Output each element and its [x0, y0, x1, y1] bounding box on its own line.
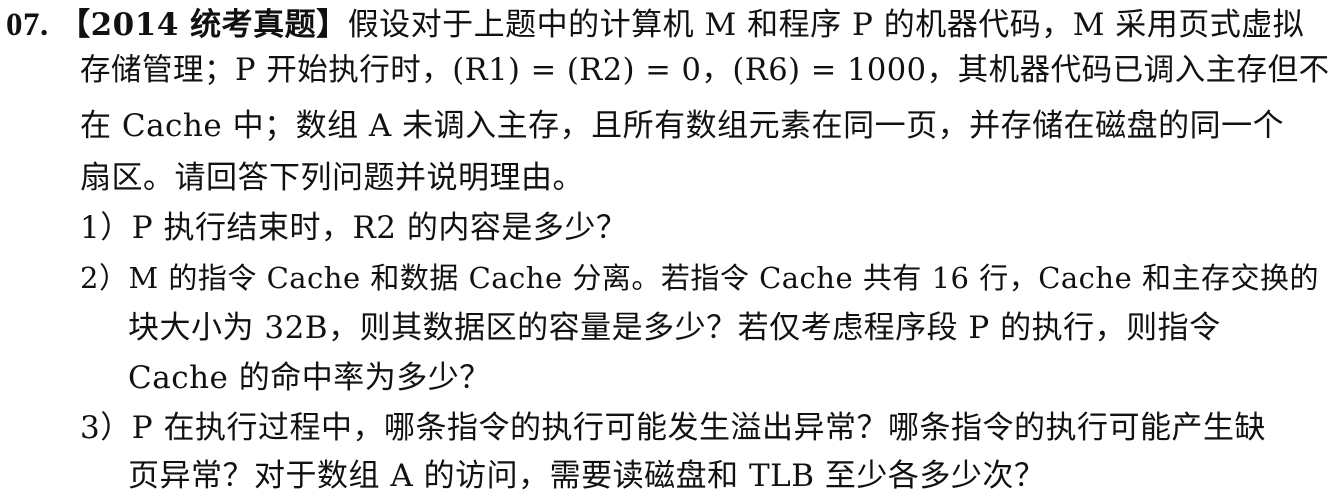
- stem-line-4: 扇区。请回答下列问题并说明理由。: [80, 160, 584, 196]
- sub-question-3: 3）P 在执行过程中，哪条指令的执行可能发生溢出异常？哪条指令的执行可能产生缺: [80, 403, 1266, 453]
- sub-question-2: 2）M 的指令 Cache 和数据 Cache 分离。若指令 Cache 共有 …: [80, 253, 1319, 303]
- sub-question-1-label: 1）: [80, 210, 132, 246]
- sub-question-2-line-2: 块大小为 32B，则其数据区的容量是多少？若仅考虑程序段 P 的执行，则指令: [128, 310, 1221, 346]
- sub-question-3-line-1: P 在执行过程中，哪条指令的执行可能发生溢出异常？哪条指令的执行可能产生缺: [131, 410, 1266, 446]
- stem-line-3: 在 Cache 中；数组 A 未调入主存，且所有数组元素在同一页，并存储在磁盘的…: [80, 108, 1285, 144]
- sub-question-1-line-1: P 执行结束时，R2 的内容是多少？: [131, 210, 628, 246]
- question-source: 【2014 统考真题】: [59, 7, 348, 43]
- stem-line-1: 假设对于上题中的计算机 M 和程序 P 的机器代码，M 采用页式虚拟: [347, 7, 1305, 43]
- stem-line-2: 存储管理；P 开始执行时，(R1) = (R2) = 0，(R6) = 1000…: [80, 53, 1330, 88]
- sub-question-2-label: 2）: [80, 261, 129, 295]
- sub-question-2-line-3: Cache 的命中率为多少？: [128, 360, 491, 396]
- sub-question-1: 1）P 执行结束时，R2 的内容是多少？: [80, 203, 627, 253]
- sub-question-3-line-2: 页异常？对于数组 A 的访问，需要读磁盘和 TLB 至少各多少次？: [128, 458, 1046, 494]
- question-number: 07.: [6, 7, 49, 43]
- exam-question: 07. 【2014 统考真题】假设对于上题中的计算机 M 和程序 P 的机器代码…: [0, 0, 1336, 503]
- sub-question-3-label: 3）: [80, 410, 132, 446]
- question-header-line: 07. 【2014 统考真题】假设对于上题中的计算机 M 和程序 P 的机器代码…: [6, 0, 1304, 50]
- sub-question-2-line-1: M 的指令 Cache 和数据 Cache 分离。若指令 Cache 共有 16…: [128, 261, 1319, 295]
